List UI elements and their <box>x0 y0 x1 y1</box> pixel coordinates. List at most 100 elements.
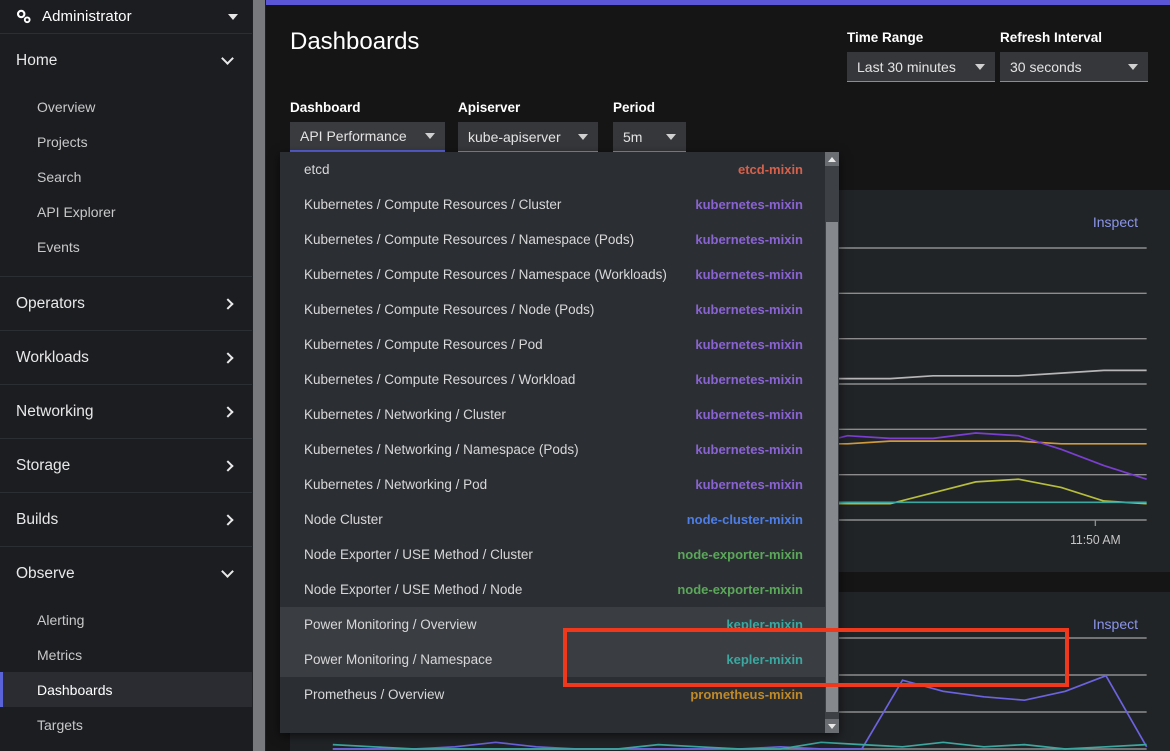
dropdown-option-tag: prometheus-mixin <box>690 687 803 702</box>
sidebar-item-networking[interactable]: Networking <box>0 385 252 438</box>
sidebar: Administrator Home Overview Projects Search… <box>0 0 252 751</box>
dropdown-option[interactable]: Kubernetes / Compute Resources / Namespa… <box>280 222 825 257</box>
gears-icon <box>16 9 32 25</box>
dropdown-option-tag: etcd-mixin <box>737 162 803 177</box>
dropdown-option[interactable]: etcd etcd-mixin <box>280 152 825 187</box>
scrollbar-thumb[interactable] <box>253 0 265 751</box>
dropdown-option[interactable]: Kubernetes / Compute Resources / Namespa… <box>280 257 825 292</box>
sidebar-item-workloads[interactable]: Workloads <box>0 331 252 384</box>
dropdown-option[interactable]: Kubernetes / Networking / Pod kubernetes-… <box>280 467 825 502</box>
sidebar-item-search[interactable]: Search <box>0 159 252 194</box>
inspect-link-1[interactable]: Inspect <box>1093 214 1138 230</box>
sidebar-section-home: Home Overview Projects Search API Explorer Ev… <box>0 34 252 277</box>
refresh-interval-value: 30 seconds <box>1010 58 1082 75</box>
dropdown-option[interactable]: Node Exporter / USE Method / Cluster node… <box>280 537 825 572</box>
dropdown-option-tag: node-exporter-mixin <box>677 547 803 562</box>
dropdown-scrollbar-thumb[interactable] <box>826 222 838 712</box>
dropdown-option-tag: kubernetes-mixin <box>695 267 803 282</box>
dropdown-option[interactable]: Kubernetes / Compute Resources / Cluster… <box>280 187 825 222</box>
dropdown-option[interactable]: Power Monitoring / Overview kepler-mixin <box>280 607 825 642</box>
dropdown-option-tag: kubernetes-mixin <box>695 372 803 387</box>
sidebar-item-api-explorer[interactable]: API Explorer <box>0 194 252 229</box>
svg-text:11:50 AM: 11:50 AM <box>1070 533 1120 547</box>
dropdown-option-label: Kubernetes / Networking / Cluster <box>304 407 506 422</box>
perspective-switcher[interactable]: Administrator <box>0 0 252 34</box>
dropdown-option[interactable]: Node Exporter / USE Method / Node node-ex… <box>280 572 825 607</box>
sidebar-item-storage[interactable]: Storage <box>0 439 252 492</box>
dropdown-option-tag: kubernetes-mixin <box>695 442 803 457</box>
dropdown-option-label: Kubernetes / Compute Resources / Namespa… <box>304 232 635 247</box>
inspect-link-2[interactable]: Inspect <box>1093 616 1138 632</box>
triangle-down-icon[interactable] <box>825 719 839 733</box>
dropdown-option-tag: kubernetes-mixin <box>695 337 803 352</box>
apiserver-group: Apiserver kube-apiserver <box>458 100 598 152</box>
dropdown-option-tag: kubernetes-mixin <box>695 477 803 492</box>
sidebar-item-label: Alerting <box>37 611 85 628</box>
sidebar-item-label: Dashboards <box>37 681 113 698</box>
period-select[interactable]: 5m <box>613 122 686 152</box>
dropdown-option[interactable]: Kubernetes / Compute Resources / Node (P… <box>280 292 825 327</box>
sidebar-item-operators[interactable]: Operators <box>0 277 252 330</box>
dropdown-option[interactable]: Kubernetes / Networking / Cluster kuberne… <box>280 397 825 432</box>
sidebar-section-label: Storage <box>16 456 71 474</box>
dropdown-option[interactable]: Node Cluster node-cluster-mixin <box>280 502 825 537</box>
chevron-down-icon <box>975 63 985 70</box>
dashboard-group: Dashboard API Performance <box>290 100 445 152</box>
dropdown-option-label: Kubernetes / Networking / Namespace (Pod… <box>304 442 579 457</box>
sidebar-item-label: Search <box>37 168 82 185</box>
sidebar-section-storage: Storage <box>0 439 252 493</box>
sidebar-item-dashboards[interactable]: Dashboards <box>0 672 252 707</box>
sidebar-item-observe[interactable]: Observe <box>0 547 252 600</box>
dropdown-option-tag: kubernetes-mixin <box>695 302 803 317</box>
dashboard-label: Dashboard <box>290 100 361 115</box>
sidebar-item-label: Overview <box>37 98 96 115</box>
dropdown-option-tag: kubernetes-mixin <box>695 232 803 247</box>
dashboard-dropdown-menu[interactable]: etcd etcd-mixin Kubernetes / Compute Resou… <box>280 152 839 733</box>
sidebar-item-alerting[interactable]: Alerting <box>0 602 252 637</box>
dropdown-option-label: Node Exporter / USE Method / Cluster <box>304 547 533 562</box>
sidebar-item-home[interactable]: Home <box>0 34 252 87</box>
page-title: Dashboards <box>290 28 420 55</box>
sidebar-item-label: API Explorer <box>37 203 116 220</box>
refresh-interval-label: Refresh Interval <box>1000 30 1103 45</box>
chevron-down-icon[interactable] <box>228 13 238 20</box>
dropdown-option[interactable]: Prometheus / Overview prometheus-mixin <box>280 677 825 712</box>
content-scrollbar[interactable] <box>252 0 266 751</box>
dropdown-option[interactable]: Kubernetes / Compute Resources / Workloa… <box>280 362 825 397</box>
chevron-right-icon <box>222 351 234 364</box>
dropdown-option[interactable]: Power Monitoring / Namespace kepler-mixin <box>280 642 825 677</box>
triangle-up-icon[interactable] <box>825 152 839 166</box>
sidebar-item-metrics[interactable]: Metrics <box>0 637 252 672</box>
dropdown-option-label: Kubernetes / Compute Resources / Namespa… <box>304 267 667 282</box>
dropdown-option-tag: node-cluster-mixin <box>686 512 803 527</box>
dropdown-option[interactable]: Kubernetes / Networking / Namespace (Pod… <box>280 432 825 467</box>
chevron-down-icon <box>578 133 588 140</box>
time-range-group: Time Range Last 30 minutes <box>847 30 995 82</box>
refresh-interval-select[interactable]: 30 seconds <box>1000 52 1148 82</box>
sidebar-item-label: Events <box>37 238 80 255</box>
dropdown-option-tag: kepler-mixin <box>726 617 803 632</box>
sidebar-item-events[interactable]: Events <box>0 229 252 264</box>
dashboard-select[interactable]: API Performance <box>290 122 445 152</box>
apiserver-value: kube-apiserver <box>468 128 561 145</box>
sidebar-item-builds[interactable]: Builds <box>0 493 252 546</box>
sidebar-section-label: Home <box>16 51 58 69</box>
dropdown-scrollbar[interactable] <box>825 152 839 733</box>
sidebar-section-workloads: Workloads <box>0 331 252 385</box>
perspective-label: Administrator <box>42 8 132 25</box>
sidebar-item-overview[interactable]: Overview <box>0 89 252 124</box>
period-value: 5m <box>623 128 643 145</box>
time-range-select[interactable]: Last 30 minutes <box>847 52 995 82</box>
sidebar-section-observe: Observe Alerting Metrics Dashboards Targets <box>0 547 252 751</box>
sidebar-section-label: Builds <box>16 510 59 528</box>
dashboard-value: API Performance <box>300 128 407 144</box>
dropdown-option-tag: kubernetes-mixin <box>695 197 803 212</box>
period-group: Period 5m <box>613 100 686 152</box>
period-label: Period <box>613 100 656 115</box>
dropdown-option[interactable]: Kubernetes / Compute Resources / Pod kube… <box>280 327 825 362</box>
sidebar-item-projects[interactable]: Projects <box>0 124 252 159</box>
dropdown-option-label: Kubernetes / Networking / Pod <box>304 477 488 492</box>
page-progress-bar <box>266 0 1170 5</box>
apiserver-select[interactable]: kube-apiserver <box>458 122 598 152</box>
sidebar-item-targets[interactable]: Targets <box>0 707 252 742</box>
